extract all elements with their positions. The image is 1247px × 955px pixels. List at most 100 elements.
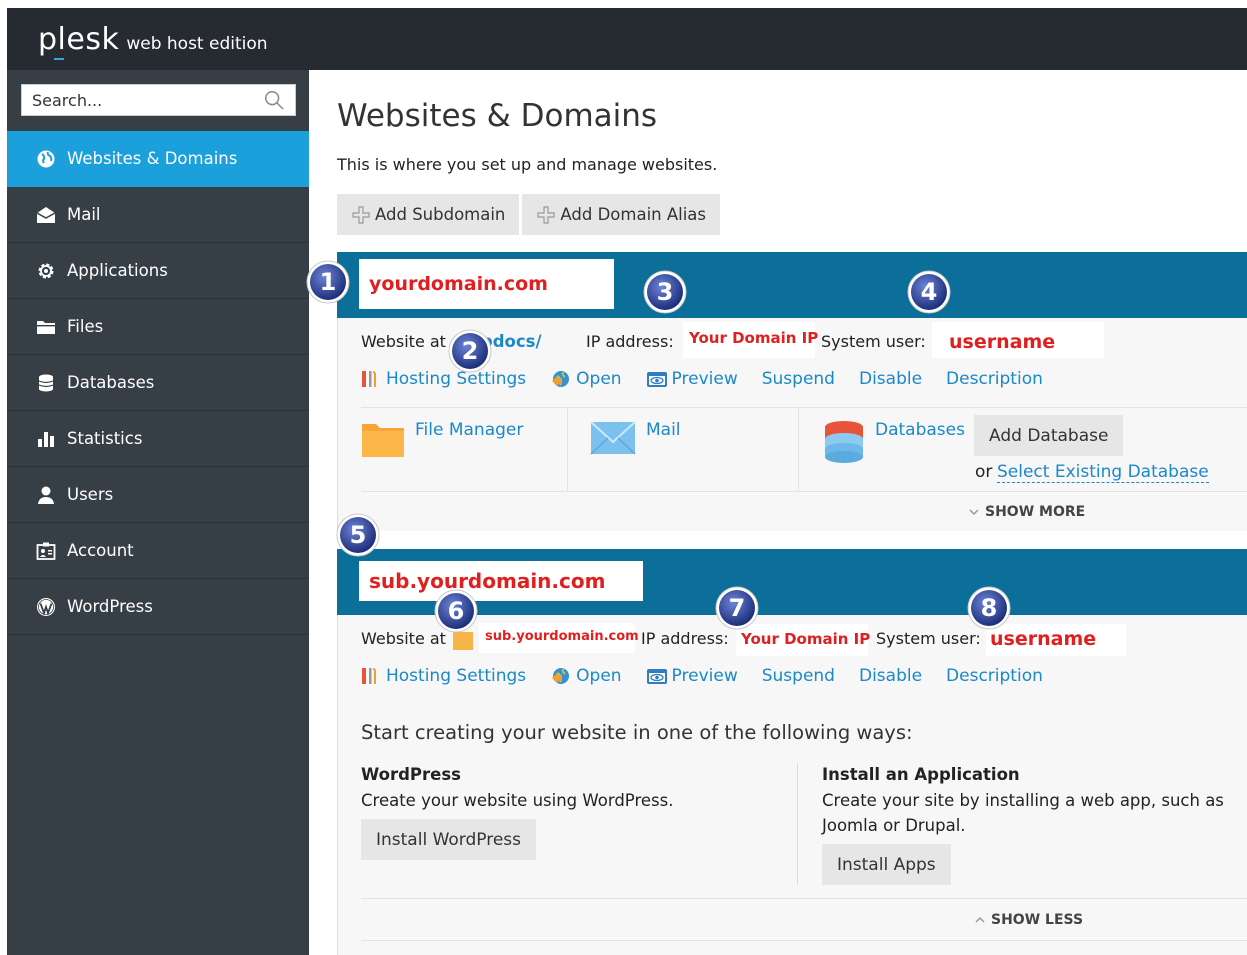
annotation-marker-number: 2 — [462, 337, 479, 365]
annotation-marker-1: 1 — [306, 260, 350, 304]
page-description: This is where you set up and manage webs… — [337, 155, 718, 174]
sidebar-item-websites-domains[interactable]: Websites & Domains — [7, 131, 309, 187]
wordpress-icon — [35, 597, 57, 617]
sidebar-item-label: Databases — [67, 373, 155, 392]
tools-icon — [360, 369, 382, 389]
gear-icon — [35, 261, 57, 281]
domain-name[interactable]: sub.yourdomain.com — [359, 561, 643, 601]
logo-accent — [54, 58, 64, 60]
install-wordpress-button[interactable]: Install WordPress — [361, 819, 537, 860]
sidebar-item-wordpress[interactable]: WordPress — [7, 579, 309, 635]
suspend-link[interactable]: Suspend — [762, 369, 835, 389]
add-domain-alias-label: Add Domain Alias — [560, 205, 707, 224]
divider — [361, 898, 1247, 899]
annotation-marker-5: 5 — [336, 513, 380, 557]
add-database-button[interactable]: Add Database — [974, 415, 1124, 456]
sidebar: Websites & Domains Mail Applications Fil… — [7, 70, 309, 955]
domain-actions: Hosting Settings Open Preview Suspend Di… — [360, 666, 1067, 686]
plesk-logo[interactable]: plesk web host edition — [38, 22, 268, 60]
sidebar-item-databases[interactable]: Databases — [7, 355, 309, 411]
ip-address-label: IP address: — [586, 332, 674, 351]
sidebar-item-statistics[interactable]: Statistics — [7, 411, 309, 467]
tool-label: Databases — [875, 420, 965, 440]
sidebar-item-label: Applications — [67, 261, 168, 280]
action-label: Preview — [671, 369, 738, 389]
account-card-icon — [35, 541, 57, 561]
ip-address-value: Your Domain IP — [689, 329, 819, 347]
sidebar-item-label: Mail — [67, 205, 101, 224]
start-creating-heading: Start creating your website in one of th… — [361, 721, 913, 744]
file-manager-tool[interactable]: File Manager — [361, 420, 523, 458]
annotation-marker-number: 3 — [657, 278, 674, 306]
mail-tool[interactable]: Mail — [590, 420, 681, 456]
domain-name[interactable]: yourdomain.com — [359, 259, 614, 309]
tool-label: Mail — [646, 420, 681, 440]
annotation-marker-number: 7 — [729, 594, 746, 622]
hosting-settings-link[interactable]: Hosting Settings — [360, 369, 526, 389]
website-at-value[interactable]: sub.yourdomain.com — [485, 629, 639, 644]
annotation-marker-7: 7 — [715, 586, 759, 630]
disable-link[interactable]: Disable — [859, 666, 922, 686]
logo-text: plesk — [38, 22, 120, 57]
folder-icon — [362, 424, 404, 457]
sidebar-item-label: Websites & Domains — [67, 149, 238, 168]
annotation-marker-4: 4 — [907, 270, 951, 314]
website-at-row: Website at — [361, 332, 446, 351]
open-link[interactable]: Open — [550, 369, 622, 389]
search-input[interactable] — [22, 85, 252, 115]
databases-tool[interactable]: Databases — [823, 420, 965, 464]
sidebar-item-label: Statistics — [67, 429, 143, 448]
description-link[interactable]: Description — [946, 666, 1043, 686]
suspend-link[interactable]: Suspend — [762, 666, 835, 686]
logo-wordmark: plesk — [38, 22, 120, 60]
bar-chart-icon — [35, 429, 57, 449]
show-more-toggle[interactable]: SHOW MORE — [968, 504, 1085, 520]
envelope-icon — [590, 421, 636, 455]
eye-icon — [646, 369, 668, 389]
annotation-marker-number: 5 — [350, 521, 367, 549]
wordpress-option-title: WordPress — [361, 765, 461, 784]
sidebar-item-users[interactable]: Users — [7, 467, 309, 523]
description-link[interactable]: Description — [946, 369, 1043, 389]
action-label: Preview — [671, 666, 738, 686]
envelope-icon — [35, 205, 57, 225]
plus-icon — [352, 205, 370, 224]
sidebar-item-mail[interactable]: Mail — [7, 187, 309, 243]
sidebar-item-files[interactable]: Files — [7, 299, 309, 355]
install-apps-button[interactable]: Install Apps — [822, 844, 951, 885]
preview-link[interactable]: Preview — [646, 369, 738, 389]
annotation-marker-2: 2 — [448, 329, 492, 373]
disable-link[interactable]: Disable — [859, 369, 922, 389]
annotation-marker-8: 8 — [967, 586, 1011, 630]
wordpress-option-desc: Create your website using WordPress. — [361, 791, 674, 810]
search-icon[interactable] — [263, 89, 285, 111]
sidebar-item-account[interactable]: Account — [7, 523, 309, 579]
tool-label: File Manager — [415, 420, 524, 440]
hosting-settings-link[interactable]: Hosting Settings — [360, 666, 526, 686]
domain-name-text: sub.yourdomain.com — [369, 569, 606, 593]
add-subdomain-button[interactable]: Add Subdomain — [337, 194, 520, 235]
sidebar-nav: Websites & Domains Mail Applications Fil… — [7, 131, 309, 635]
system-user-value: username — [949, 331, 1056, 353]
chevron-up-icon — [975, 916, 985, 923]
add-domain-alias-button[interactable]: Add Domain Alias — [522, 194, 721, 235]
open-link[interactable]: Open — [550, 666, 622, 686]
toolbar: Add Subdomain Add Domain Alias — [337, 194, 723, 235]
sidebar-item-applications[interactable]: Applications — [7, 243, 309, 299]
preview-link[interactable]: Preview — [646, 666, 738, 686]
toggle-label: SHOW MORE — [985, 504, 1086, 520]
sidebar-item-label: WordPress — [67, 597, 153, 616]
add-subdomain-label: Add Subdomain — [375, 205, 506, 224]
system-user-value: username — [990, 628, 1097, 650]
show-less-toggle[interactable]: SHOW LESS — [974, 912, 1083, 928]
tools-icon — [360, 666, 382, 686]
select-existing-database-link[interactable]: Select Existing Database — [997, 462, 1209, 483]
annotation-marker-number: 6 — [448, 597, 465, 625]
globe-icon — [35, 149, 57, 169]
search-box — [21, 84, 296, 116]
or-text: or — [975, 462, 993, 482]
action-label: Open — [576, 369, 622, 389]
sidebar-item-label: Files — [67, 317, 104, 336]
website-at-label: Website at — [361, 332, 446, 351]
globe-arrow-icon — [550, 666, 572, 686]
